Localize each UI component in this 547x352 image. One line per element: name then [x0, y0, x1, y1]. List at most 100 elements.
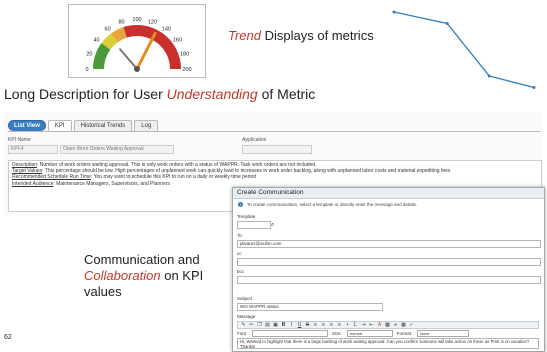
description-label: Description [12, 162, 38, 168]
trend-caption: Trend Displays of metrics [228, 28, 374, 43]
trend-data-point [445, 21, 449, 25]
description-text: : Number of work orders waiting approval… [37, 162, 317, 168]
trend-caption-rest: Displays of metrics [261, 28, 374, 43]
info-icon: i [238, 202, 243, 207]
kpi-name-label: KPI Name [8, 137, 31, 143]
dialog-info-text: To create communication, select a templa… [247, 202, 418, 207]
size-label: Size [332, 331, 341, 336]
dialog-title: Create Communication [233, 188, 544, 199]
tab-log[interactable]: Log [134, 120, 159, 131]
trend-series-line [393, 11, 535, 89]
bold-icon[interactable]: B [280, 322, 287, 328]
comm-em: Collaboration [84, 268, 161, 283]
format-select[interactable]: None [417, 330, 470, 337]
table-icon[interactable]: ▦ [400, 322, 407, 328]
gauge-tick-label: 20 [86, 52, 92, 58]
bcc-input[interactable] [237, 276, 541, 284]
heading-em: Understanding [166, 86, 258, 102]
gauge-tick-label: 140 [162, 27, 171, 33]
image-icon[interactable]: ▣ [272, 322, 279, 328]
strikethrough-icon[interactable]: S [304, 322, 311, 328]
justify-icon[interactable]: ≡ [336, 322, 343, 328]
gauge-tick-label: 60 [105, 27, 111, 33]
bcc-label: bcc [237, 269, 245, 274]
gauge-needle [135, 31, 157, 71]
gauge-tick-label: 160 [173, 38, 182, 44]
editor-toolbar: ✎ ✂ ❐ ▤ ▣ B I U S ≡ ≡ ≡ ≡ • 1. ⇥ ⇤ A ▩ ∞… [237, 321, 539, 329]
format-label: Format [396, 331, 412, 336]
to-label: To [237, 233, 242, 238]
tab-divider [8, 131, 540, 132]
long-description-heading: Long Description for User Understanding … [4, 86, 315, 102]
dialog-info: i To create communication, select a temp… [233, 199, 544, 207]
font-row: Font Size normal Format None [237, 330, 539, 337]
subject-input[interactable]: WO WAPPR status [237, 303, 383, 311]
gauge-svg: 0 20 40 60 80 100 120 140160 180 200 [85, 17, 191, 73]
align-left-icon[interactable]: ≡ [312, 322, 319, 328]
trend-data-point [487, 74, 491, 78]
to-input[interactable]: jalvarez@acilim.com [237, 240, 541, 248]
copy-icon[interactable]: ❐ [256, 322, 263, 328]
align-center-icon[interactable]: ≡ [320, 322, 327, 328]
italic-icon[interactable]: I [288, 322, 295, 328]
paint-icon[interactable]: ✎ [240, 322, 247, 328]
link-icon[interactable]: ∞ [392, 322, 399, 328]
paste-icon[interactable]: ▤ [264, 322, 271, 328]
subject-label: Subject [237, 296, 253, 301]
trend-data-point [392, 10, 396, 14]
numbered-list-icon[interactable]: 1. [352, 322, 359, 328]
align-right-icon[interactable]: ≡ [328, 322, 335, 328]
target-values-label: Target Values [12, 168, 43, 175]
page-number: 62 [4, 334, 12, 341]
underline-icon[interactable]: U [296, 322, 303, 328]
bullet-list-icon[interactable]: • [344, 322, 351, 328]
font-label: Font [237, 331, 247, 336]
gauge-tick-label: 0 [85, 67, 88, 73]
gauge-tick-label: 180 [180, 52, 189, 58]
tab-historical-trends[interactable]: Historical Trends [73, 120, 133, 131]
tab-list-view[interactable]: List View [8, 120, 46, 131]
comm-line-1: Communication and [84, 252, 200, 267]
outdent-icon[interactable]: ⇤ [368, 322, 375, 328]
cc-input[interactable] [237, 258, 541, 266]
gauge-widget: 0 20 40 60 80 100 120 140 160 180 200 [68, 4, 206, 78]
audience-text: : Maintenance Managers, Supervisors, and… [53, 180, 170, 187]
comm-line-2-rest: on KPI [160, 268, 204, 283]
trend-caption-em: Trend [228, 28, 261, 43]
gauge-tick-label: 120 [148, 19, 157, 25]
highlight-icon[interactable]: ▩ [384, 322, 391, 328]
spellcheck-icon[interactable]: ✓ [408, 322, 415, 328]
application-field[interactable] [242, 145, 312, 154]
communication-caption: Communication and Collaboration on KPI v… [84, 252, 203, 300]
application-label: Application [242, 137, 267, 143]
heading-prefix: Long Description for User [4, 86, 167, 102]
schedule-label: Recommended Schedule Run Time [12, 174, 91, 181]
create-communication-dialog: Create Communication i To create communi… [232, 187, 545, 352]
gauge-tick-label: 200 [182, 67, 191, 73]
kpi-title-field[interactable]: Open Work Orders Waiting Approval [60, 145, 174, 154]
schedule-text: : You may want to schedule this KPI to r… [90, 174, 257, 181]
heading-suffix: of Metric [257, 86, 316, 102]
cc-label: cc [237, 251, 242, 256]
template-lookup-icon[interactable]: ⌕ [271, 222, 274, 229]
gauge-tick-label: 100 [132, 17, 141, 23]
gauge-tick-label: 40 [93, 38, 99, 44]
gauge-secondary-needle [119, 48, 138, 70]
audience-label: Intended Audience [12, 180, 54, 187]
indent-icon[interactable]: ⇥ [360, 322, 367, 328]
template-input[interactable] [237, 221, 271, 229]
template-label: Template [237, 214, 256, 219]
text-color-icon[interactable]: A [376, 322, 383, 328]
trend-data-point [532, 85, 536, 89]
message-label: Message [237, 314, 256, 319]
target-values-text: : This percentage should be low. High pe… [42, 168, 451, 175]
gauge-tick-label: 80 [118, 19, 124, 25]
gauge-hub [134, 66, 140, 72]
trend-line-chart [392, 10, 536, 89]
message-body[interactable]: Hi, Wanted to highlight that there is a … [237, 338, 539, 349]
font-select[interactable] [252, 330, 329, 337]
size-select[interactable]: normal [346, 330, 393, 337]
tab-kpi[interactable]: KPI [47, 120, 72, 131]
cut-icon[interactable]: ✂ [248, 322, 255, 328]
kpi-name-field[interactable]: KPI-4 [8, 145, 58, 154]
